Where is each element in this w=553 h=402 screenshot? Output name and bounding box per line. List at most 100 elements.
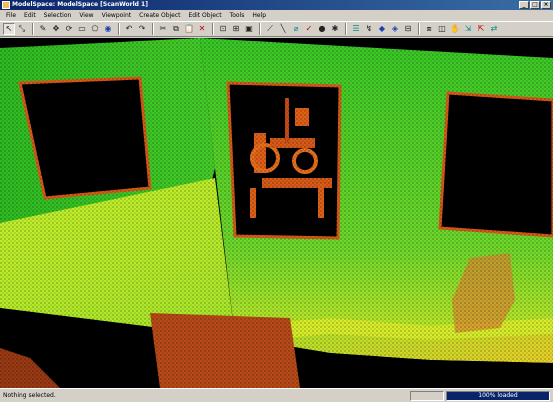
maximize-button[interactable]: □ xyxy=(530,1,540,9)
close-button[interactable]: × xyxy=(541,1,551,9)
menu-view[interactable]: View xyxy=(75,10,97,21)
status-panel xyxy=(410,391,444,401)
cylinder-icon-glyph: ⌀ xyxy=(293,24,299,33)
zoom-window-icon-glyph: ⊞ xyxy=(232,24,240,33)
line-tool-icon-glyph: ╲ xyxy=(280,24,286,33)
fence-select-icon-glyph: ⤡ xyxy=(18,24,26,33)
select-arrow-icon[interactable]: ↖ xyxy=(3,23,15,35)
cut-icon[interactable]: ✂ xyxy=(157,23,169,35)
cylinder-icon[interactable]: ⌀ xyxy=(290,23,302,35)
walk-icon-glyph: ⇲ xyxy=(464,24,472,33)
redo-icon[interactable]: ↷ xyxy=(136,23,148,35)
target-icon-glyph: ✱ xyxy=(331,24,339,33)
menu-tools[interactable]: Tools xyxy=(226,10,249,21)
menu-file[interactable]: File xyxy=(2,10,20,21)
undo-icon[interactable]: ↶ xyxy=(123,23,135,35)
cut-plane-icon[interactable]: ◫ xyxy=(436,23,448,35)
menu-edit-object[interactable]: Edit Object xyxy=(185,10,226,21)
menu-selection[interactable]: Selection xyxy=(40,10,76,21)
window-controls: _ □ × xyxy=(519,1,551,9)
move-icon-glyph: ✥ xyxy=(52,24,60,33)
menu-viewpoint[interactable]: Viewpoint xyxy=(98,10,136,21)
select-arrow-icon-glyph: ↖ xyxy=(5,24,13,33)
sphere-icon[interactable]: ◉ xyxy=(102,23,114,35)
marker-icon-glyph: ✓ xyxy=(305,24,313,33)
toolbar-separator xyxy=(212,23,214,35)
copy-icon-glyph: ⧉ xyxy=(173,24,179,33)
pencil-icon-glyph: ✎ xyxy=(39,24,47,33)
shortcut-icon-glyph: ↯ xyxy=(365,24,373,33)
undo-icon-glyph: ↶ xyxy=(125,24,133,33)
pencil-icon[interactable]: ✎ xyxy=(37,23,49,35)
target-icon[interactable]: ✱ xyxy=(329,23,341,35)
title-bar: ModelSpace: ModelSpace [ScanWorld 1] _ □… xyxy=(0,0,553,10)
main-toolbar: ↖ ⤡ ✎ ✥ ⟳ ▭ ⬠ ◉ ↶ ↷ ✂ ⧉ 📋 ✕ ⊡ ⊞ ▣ ⟋ ╲ ⌀ ✓ ● ✱ ☰ ↯ ◆ ◈ ⊟ ⧈ ◫ ✋ ⇲ ⇱ ⇄ xyxy=(0,21,553,37)
seek-icon-glyph: ⇱ xyxy=(477,24,485,33)
menu-edit[interactable]: Edit xyxy=(20,10,40,21)
load-progress-label: 100% loaded xyxy=(478,392,518,399)
menu-help[interactable]: Help xyxy=(248,10,270,21)
point-icon-glyph: ● xyxy=(318,24,326,33)
render-icon-glyph: ◆ xyxy=(378,24,386,33)
copy-icon[interactable]: ⧉ xyxy=(170,23,182,35)
sphere-icon-glyph: ◉ xyxy=(104,24,112,33)
toolbar-separator xyxy=(418,23,420,35)
cut-icon-glyph: ✂ xyxy=(159,24,167,33)
menu-bar: File Edit Selection View Viewpoint Creat… xyxy=(0,10,553,21)
point-icon[interactable]: ● xyxy=(316,23,328,35)
shortcut-icon[interactable]: ↯ xyxy=(363,23,375,35)
rectangle-select-icon-glyph: ▭ xyxy=(78,24,86,33)
paste-icon-glyph: 📋 xyxy=(184,24,194,33)
minimize-button[interactable]: _ xyxy=(519,1,529,9)
rectangle-select-icon[interactable]: ▭ xyxy=(76,23,88,35)
zoom-extents-icon-glyph: ▣ xyxy=(245,24,253,33)
pan-icon[interactable]: ✋ xyxy=(449,23,461,35)
zoom-extents-icon[interactable]: ▣ xyxy=(243,23,255,35)
delete-icon-glyph: ✕ xyxy=(198,24,206,33)
measure-icon[interactable]: ⟋ xyxy=(264,23,276,35)
paste-icon[interactable]: 📋 xyxy=(183,23,195,35)
grid-icon-glyph: ⊟ xyxy=(404,24,412,33)
point-cloud-scene[interactable] xyxy=(0,38,553,388)
cut-plane-icon-glyph: ◫ xyxy=(438,24,446,33)
orbit-icon[interactable]: ⇄ xyxy=(488,23,500,35)
toolbar-separator xyxy=(118,23,120,35)
walk-icon[interactable]: ⇲ xyxy=(462,23,474,35)
fence-select-icon[interactable]: ⤡ xyxy=(16,23,28,35)
point-cloud-viewport[interactable] xyxy=(0,38,553,388)
app-icon xyxy=(2,1,10,9)
color-map-icon[interactable]: ◈ xyxy=(389,23,401,35)
toolbar-separator xyxy=(152,23,154,35)
orbit-icon-glyph: ⇄ xyxy=(490,24,498,33)
limit-box-icon[interactable]: ⧈ xyxy=(423,23,435,35)
measure-icon-glyph: ⟋ xyxy=(267,24,273,33)
status-bar: Nothing selected. 100% loaded xyxy=(0,388,553,402)
toolbar-separator xyxy=(345,23,347,35)
seek-icon[interactable]: ⇱ xyxy=(475,23,487,35)
status-text: Nothing selected. xyxy=(3,392,56,399)
zoom-fit-icon-glyph: ⊡ xyxy=(219,24,227,33)
marker-icon[interactable]: ✓ xyxy=(303,23,315,35)
layers-icon[interactable]: ☰ xyxy=(350,23,362,35)
redo-icon-glyph: ↷ xyxy=(138,24,146,33)
zoom-window-icon[interactable]: ⊞ xyxy=(230,23,242,35)
rotate-icon-glyph: ⟳ xyxy=(65,24,73,33)
toolbar-separator xyxy=(32,23,34,35)
layers-icon-glyph: ☰ xyxy=(352,24,360,33)
limit-box-icon-glyph: ⧈ xyxy=(426,24,432,33)
load-progress-bar: 100% loaded xyxy=(446,391,550,401)
delete-icon[interactable]: ✕ xyxy=(196,23,208,35)
polygon-select-icon[interactable]: ⬠ xyxy=(89,23,101,35)
menu-create-object[interactable]: Create Object xyxy=(135,10,184,21)
line-tool-icon[interactable]: ╲ xyxy=(277,23,289,35)
render-icon[interactable]: ◆ xyxy=(376,23,388,35)
color-map-icon-glyph: ◈ xyxy=(391,24,399,33)
grid-icon[interactable]: ⊟ xyxy=(402,23,414,35)
pan-icon-glyph: ✋ xyxy=(450,24,460,33)
window-title: ModelSpace: ModelSpace [ScanWorld 1] xyxy=(12,1,148,8)
zoom-fit-icon[interactable]: ⊡ xyxy=(217,23,229,35)
polygon-select-icon-glyph: ⬠ xyxy=(91,24,99,33)
toolbar-separator xyxy=(259,23,261,35)
move-icon[interactable]: ✥ xyxy=(50,23,62,35)
rotate-icon[interactable]: ⟳ xyxy=(63,23,75,35)
